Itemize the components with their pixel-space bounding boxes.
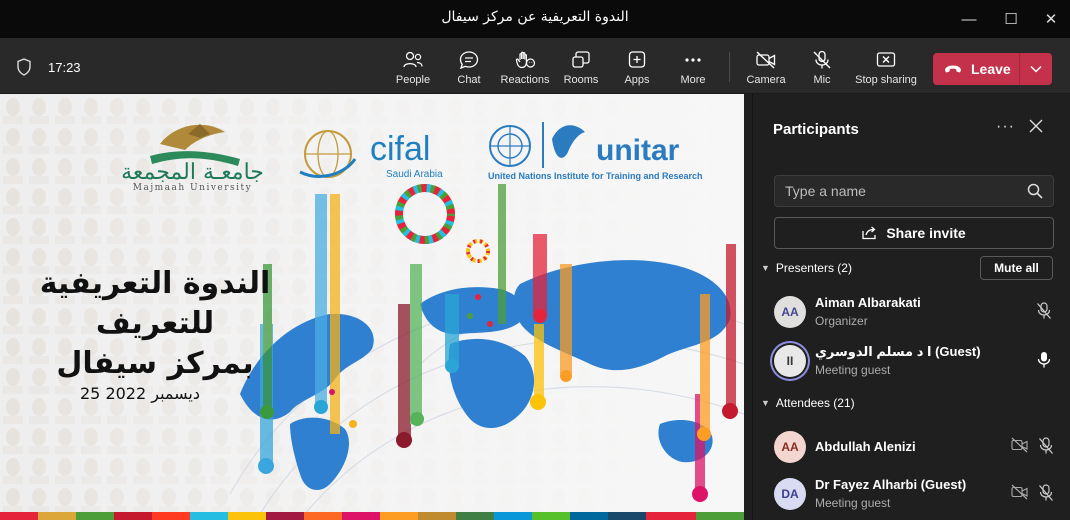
more-label: More xyxy=(680,74,706,86)
close-window-button[interactable]: ✕ xyxy=(1028,0,1070,38)
hang-up-icon xyxy=(945,65,961,73)
apps-label: Apps xyxy=(624,74,650,86)
reactions-icon xyxy=(515,51,536,69)
participant-row[interactable]: AA Aiman Albarakati Organizer xyxy=(774,292,1064,332)
rooms-label: Rooms xyxy=(563,74,599,86)
participant-row[interactable]: AA Abdullah Alenizi xyxy=(774,427,1064,467)
camera-off-icon xyxy=(1011,484,1028,500)
mic-off-icon xyxy=(1039,484,1053,501)
chat-icon xyxy=(459,51,479,70)
stop-sharing-label: Stop sharing xyxy=(855,74,917,86)
stop-sharing-button[interactable]: Stop sharing xyxy=(850,46,922,90)
meeting-toolbar: 17:23 People Chat Reactions Rooms Apps M… xyxy=(0,38,1070,94)
share-icon xyxy=(862,226,876,240)
chat-label: Chat xyxy=(457,74,481,86)
chevron-down-icon xyxy=(1030,65,1042,73)
reactions-label: Reactions xyxy=(500,74,550,86)
people-icon xyxy=(403,51,423,68)
attendees-label: Attendees (21) xyxy=(775,396,855,410)
title-bar: الندوة التعريفية عن مركز سيفال — ☐ ✕ xyxy=(0,0,1070,38)
avatar: AA xyxy=(774,296,806,328)
participant-role: Meeting guest xyxy=(815,363,891,377)
participant-name: ا د مسلم الدوسري (Guest) xyxy=(815,344,981,359)
search-icon[interactable] xyxy=(1027,183,1043,199)
window-title: الندوة التعريفية عن مركز سيفال xyxy=(441,9,629,25)
chat-button[interactable]: Chat xyxy=(439,46,499,90)
cifal-logo-text: cifal xyxy=(370,130,431,168)
participant-name: Aiman Albarakati xyxy=(815,295,921,310)
presenters-section-header[interactable]: ▼ Presenters (2) xyxy=(761,261,852,275)
participant-role: Meeting guest xyxy=(815,496,891,510)
mic-on-icon xyxy=(1037,352,1051,368)
avatar: II xyxy=(774,345,806,377)
close-icon[interactable] xyxy=(1029,119,1043,133)
slide-title-line-2: بمركز سيفال xyxy=(56,346,254,381)
mute-all-button[interactable]: Mute all xyxy=(980,256,1053,280)
unitar-logo-text: unitar xyxy=(596,134,680,167)
rooms-button[interactable]: Rooms xyxy=(551,46,611,90)
stop-sharing-icon xyxy=(876,52,896,67)
leave-button-group: Leave xyxy=(933,53,1052,85)
participant-name: Dr Fayez Alharbi (Guest) xyxy=(815,477,967,492)
mic-label: Mic xyxy=(813,74,831,86)
panel-more-options-button[interactable]: ··· xyxy=(996,118,1015,136)
mic-button[interactable]: Mic xyxy=(792,46,852,90)
participant-search-input[interactable] xyxy=(785,176,1025,206)
mic-off-icon xyxy=(1039,437,1053,454)
people-button[interactable]: People xyxy=(383,46,443,90)
mic-off-icon xyxy=(1037,302,1051,319)
toolbar-divider xyxy=(729,52,730,82)
presenters-label: Presenters (2) xyxy=(775,261,852,275)
rooms-icon xyxy=(572,51,590,68)
leave-button[interactable]: Leave xyxy=(933,53,1019,85)
shared-screen-slide: جامعـة المجمعة Majmaah University cifal … xyxy=(0,94,744,520)
people-label: People xyxy=(395,74,431,86)
slide-title-line-1: الندوة التعريفية للتعريف xyxy=(39,266,271,341)
meeting-timer: 17:23 xyxy=(48,60,81,75)
participant-row[interactable]: II ا د مسلم الدوسري (Guest) Meeting gues… xyxy=(774,341,1064,381)
slide-title: الندوة التعريفية للتعريف بمركز سيفال xyxy=(20,264,290,384)
chevron-down-icon: ▼ xyxy=(761,263,770,273)
share-invite-label: Share invite xyxy=(886,225,966,241)
participants-panel: Participants ··· Share invite ▼ Presente… xyxy=(752,94,1070,520)
participant-search-box xyxy=(774,175,1054,207)
slide-date: 25 ديسمبر 2022 xyxy=(79,384,200,403)
avatar: AA xyxy=(774,431,806,463)
avatar: DA xyxy=(774,478,806,510)
university-name-english: Majmaah University xyxy=(132,183,253,193)
camera-button[interactable]: Camera xyxy=(736,46,796,90)
share-invite-button[interactable]: Share invite xyxy=(774,217,1054,249)
camera-off-icon xyxy=(1011,437,1028,453)
camera-off-icon xyxy=(756,51,776,69)
chevron-down-icon: ▼ xyxy=(761,398,770,408)
shield-icon[interactable] xyxy=(16,58,32,76)
leave-label: Leave xyxy=(971,61,1011,77)
participant-name: Abdullah Alenizi xyxy=(815,439,916,454)
panel-title: Participants xyxy=(773,121,859,138)
more-icon xyxy=(685,58,701,62)
participant-role: Organizer xyxy=(815,314,868,328)
minimize-button[interactable]: — xyxy=(946,0,992,38)
camera-label: Camera xyxy=(746,74,786,86)
apps-icon xyxy=(628,51,646,68)
apps-button[interactable]: Apps xyxy=(607,46,667,90)
unitar-subtitle: United Nations Institute for Training an… xyxy=(488,171,703,181)
university-name-arabic: جامعـة المجمعة xyxy=(121,160,264,185)
more-button[interactable]: More xyxy=(663,46,723,90)
reactions-button[interactable]: Reactions xyxy=(495,46,555,90)
leave-options-button[interactable] xyxy=(1020,53,1052,85)
attendees-section-header[interactable]: ▼ Attendees (21) xyxy=(761,396,855,410)
cifal-subtitle: Saudi Arabia xyxy=(386,169,443,180)
participant-row[interactable]: DA Dr Fayez Alharbi (Guest) Meeting gues… xyxy=(774,474,1064,514)
mic-off-icon xyxy=(813,50,831,69)
